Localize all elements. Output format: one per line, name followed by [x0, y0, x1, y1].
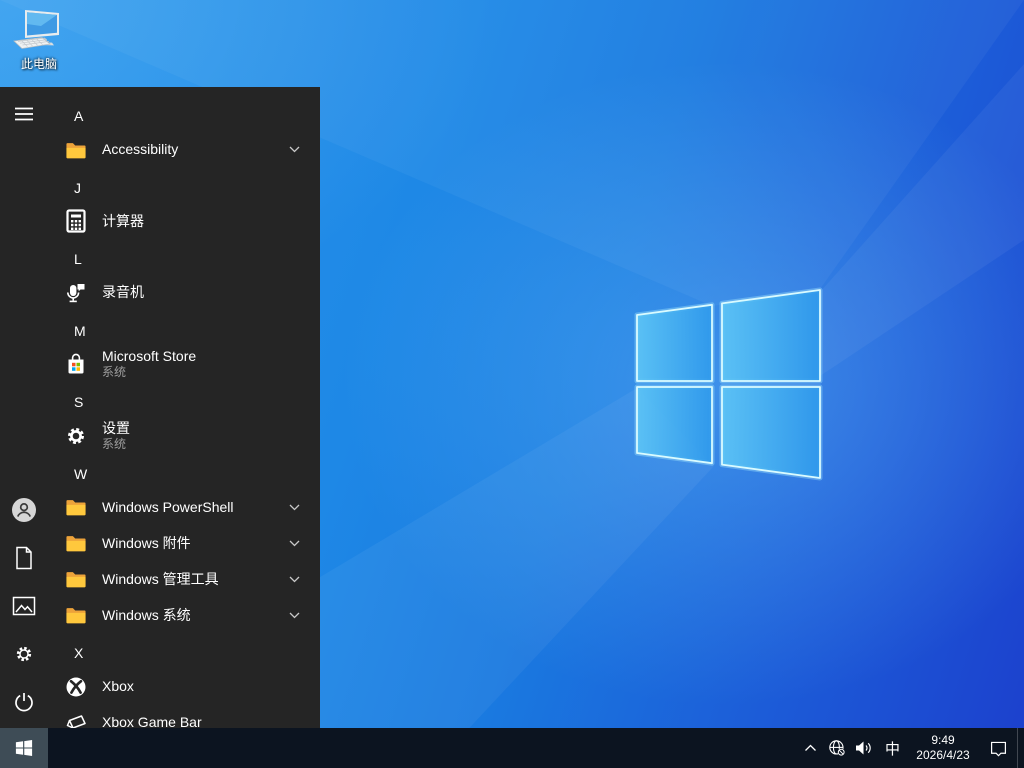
rail-button-documents[interactable]: [0, 536, 48, 584]
section-letter: J: [74, 180, 81, 196]
app-item[interactable]: Windows 系统: [48, 597, 320, 633]
section-header-W[interactable]: W: [48, 456, 320, 492]
section-letter: A: [74, 108, 83, 124]
volume-icon[interactable]: [850, 728, 878, 768]
pictures-icon: [12, 596, 36, 621]
chevron-down-icon[interactable]: [289, 540, 300, 547]
rail-button-power[interactable]: [0, 680, 48, 728]
app-label: Accessibility: [102, 141, 178, 158]
app-label: Windows 管理工具: [102, 571, 219, 588]
app-label: 录音机: [102, 284, 144, 301]
section-header-X[interactable]: X: [48, 635, 320, 671]
app-item[interactable]: Xbox: [48, 669, 320, 705]
hamburger-icon: [15, 107, 33, 126]
system-tray: 中 9:49 2026/4/23: [798, 728, 1024, 768]
app-label: Xbox: [102, 678, 134, 695]
app-label: Microsoft Store: [102, 348, 196, 365]
ime-indicator[interactable]: 中: [878, 728, 907, 768]
xbox-icon: [64, 675, 88, 699]
app-item[interactable]: Xbox Game Bar: [48, 705, 320, 729]
taskbar-clock[interactable]: 9:49 2026/4/23: [907, 733, 979, 763]
section-letter: M: [74, 323, 86, 339]
computer-icon: [11, 8, 67, 54]
app-label: 计算器: [102, 213, 144, 230]
section-letter: X: [74, 645, 83, 661]
app-item[interactable]: 设置系统: [48, 414, 320, 458]
app-label: Windows 附件: [102, 535, 191, 552]
windows-logo-icon: [15, 739, 33, 757]
section-letter: L: [74, 251, 82, 267]
start-menu: AAccessibilityJ计算器L录音机MMicrosoft Store系统…: [0, 87, 320, 728]
folder-icon: [64, 603, 88, 627]
start-menu-rail: [0, 87, 48, 728]
chevron-down-icon[interactable]: [289, 504, 300, 511]
folder-icon: [64, 567, 88, 591]
app-sublabel: 系统: [102, 365, 196, 380]
desktop: 此电脑 A Accessibility J 计算器 L 录音机 M Microsoft Sto…: [0, 0, 1024, 768]
app-item[interactable]: Windows PowerShell: [48, 489, 320, 525]
app-item[interactable]: 录音机: [48, 275, 320, 311]
show-desktop-button[interactable]: [1017, 728, 1024, 768]
microphone-icon: [64, 281, 88, 305]
taskbar-empty-area: [48, 728, 798, 768]
chevron-down-icon[interactable]: [289, 612, 300, 619]
calculator-icon: [64, 209, 88, 233]
section-letter: W: [74, 466, 87, 482]
desktop-icon-this-pc[interactable]: 此电脑: [8, 8, 70, 72]
gear-icon: [64, 424, 88, 448]
app-item[interactable]: Accessibility: [48, 132, 320, 168]
network-no-internet-icon[interactable]: [824, 728, 850, 768]
gamebar-icon: [64, 711, 88, 729]
section-header-A[interactable]: A: [48, 98, 320, 134]
app-item[interactable]: Windows 管理工具: [48, 561, 320, 597]
app-label: Xbox Game Bar: [102, 714, 202, 728]
chevron-down-icon[interactable]: [289, 576, 300, 583]
chevron-down-icon[interactable]: [289, 146, 300, 153]
rail-button-settings[interactable]: [0, 632, 48, 680]
app-item[interactable]: Windows 附件: [48, 525, 320, 561]
store-icon: [64, 352, 88, 376]
power-icon: [13, 691, 35, 718]
settings-icon: [13, 643, 35, 670]
tray-chevron-up-icon[interactable]: [798, 728, 824, 768]
app-sublabel: 系统: [102, 437, 130, 452]
start-menu-app-list: AAccessibilityJ计算器L录音机MMicrosoft Store系统…: [48, 87, 320, 728]
section-header-L[interactable]: L: [48, 241, 320, 277]
section-letter: S: [74, 394, 83, 410]
folder-icon: [64, 495, 88, 519]
desktop-icon-label: 此电脑: [8, 55, 70, 72]
clock-date: 2026/4/23: [911, 748, 975, 763]
rail-button-hamburger[interactable]: [0, 92, 48, 140]
folder-icon: [64, 531, 88, 555]
app-item[interactable]: 计算器: [48, 203, 320, 239]
taskbar: 中 9:49 2026/4/23: [0, 728, 1024, 768]
app-label: Windows 系统: [102, 607, 191, 624]
clock-time: 9:49: [911, 733, 975, 748]
rail-button-pictures[interactable]: [0, 584, 48, 632]
action-center-icon[interactable]: [979, 728, 1017, 768]
folder-icon: [64, 138, 88, 162]
rail-button-user[interactable]: [0, 488, 48, 536]
documents-icon: [14, 546, 34, 575]
start-button[interactable]: [0, 728, 48, 768]
app-item[interactable]: Microsoft Store系统: [48, 342, 320, 386]
user-icon: [11, 497, 37, 528]
app-label: 设置: [102, 420, 130, 437]
section-header-J[interactable]: J: [48, 170, 320, 206]
app-label: Windows PowerShell: [102, 499, 234, 516]
